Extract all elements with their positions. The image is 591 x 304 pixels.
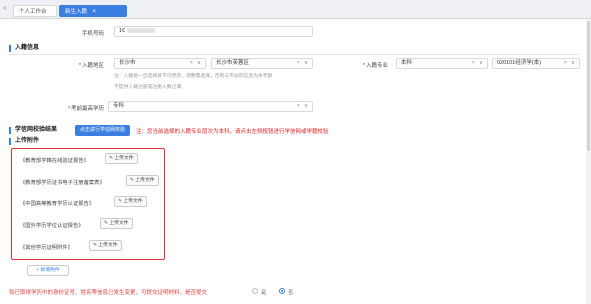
enroll-area-hint-line1: 注：入籍地一旦选择将不可更改，调整需选择，否则与市总的信息为本考察	[114, 74, 273, 79]
chevron-down-icon[interactable]: ∨	[571, 59, 575, 68]
radio-yes-label[interactable]: 是	[261, 288, 266, 296]
upload-file-button[interactable]: ✎ 上传文件	[100, 218, 133, 229]
upload-file-label: 上传文件	[109, 221, 129, 226]
verify-warning-message: 注：您当前选择的入籍专业层次为本科，请点击左侧按钮进行学信网或学籍校验	[136, 129, 329, 135]
attachment-label: 《其他学历证明附件》	[20, 245, 73, 251]
upload-file-label: 上传文件	[98, 243, 118, 248]
collapse-menu-icon[interactable]: «	[3, 5, 7, 13]
phone-label: 手机号码	[81, 31, 104, 37]
chevron-down-icon[interactable]: ∨	[304, 59, 308, 68]
clear-icon[interactable]: ×	[472, 59, 475, 68]
upload-file-label: 上传文件	[135, 178, 155, 183]
tab-label: 新生入籍	[65, 9, 88, 15]
province-select[interactable]: 长沙市 × ∨	[114, 58, 206, 69]
major-label: 入籍专业	[365, 63, 388, 69]
province-value: 长沙市	[119, 60, 136, 66]
upload-file-button[interactable]: ✎ 上传文件	[89, 240, 122, 251]
change-question: 如已取得学历中的身份证号、姓名等信息已发生变更，可提交证明材料，是否提交	[9, 290, 208, 296]
section-title-enrollment-info: 入籍信息	[9, 45, 39, 52]
upload-icon: ✎	[130, 178, 135, 183]
required-mark: *	[78, 63, 81, 69]
clear-icon[interactable]: ×	[564, 59, 567, 68]
education-value: 专科	[113, 103, 125, 109]
district-value: 长沙市芙蓉区	[216, 60, 250, 66]
verify-result-title: 学信网校验结果	[9, 127, 57, 134]
chevron-down-icon[interactable]: ∨	[197, 59, 201, 68]
clear-icon[interactable]: ×	[297, 102, 300, 111]
upload-file-label: 上传文件	[114, 156, 134, 161]
tab-new-enrollment[interactable]: 新生入籍 ×	[59, 5, 127, 17]
enroll-area-label: 入籍地区	[81, 63, 104, 69]
phone-input[interactable]: 1€	[114, 26, 313, 37]
attachment-label: 《国外学历学位认证报告》	[20, 223, 84, 229]
required-mark: *	[362, 63, 365, 69]
upload-icon: ✎	[109, 156, 114, 161]
tab-personal-workbench[interactable]: 个人工作台	[13, 5, 57, 17]
radio-no[interactable]	[279, 288, 285, 294]
section-divider	[9, 54, 579, 55]
major-select[interactable]: 020101经济学(本) × ∨	[492, 58, 580, 69]
major-value: 020101经济学(本)	[497, 60, 542, 66]
upload-icon: ✎	[104, 221, 109, 226]
radio-yes[interactable]	[252, 288, 258, 294]
add-attachment-button[interactable]: + 新增附件	[27, 265, 69, 276]
level-select[interactable]: 本科 × ∨	[396, 58, 488, 69]
upload-file-label: 上传文件	[123, 199, 143, 204]
enroll-area-hint-line2: 不提供入籍注册或注册人数已满	[114, 85, 182, 90]
education-label: 考前最高学历	[70, 106, 104, 112]
tab-label: 个人工作台	[19, 9, 47, 15]
required-mark: *	[67, 106, 70, 112]
upload-icon: ✎	[118, 199, 123, 204]
xuexin-verify-button[interactable]: 点击进行学信网校验	[75, 125, 131, 136]
upload-file-button[interactable]: ✎ 上传文件	[114, 196, 147, 207]
district-select[interactable]: 长沙市芙蓉区 × ∨	[211, 58, 313, 69]
clear-icon[interactable]: ×	[190, 59, 193, 68]
upload-file-button[interactable]: ✎ 上传文件	[105, 153, 138, 164]
attachment-label: 《中国高等教育学历认证报告》	[20, 201, 95, 207]
chevron-down-icon[interactable]: ∨	[304, 102, 308, 111]
redacted-value	[127, 28, 156, 34]
upload-file-button[interactable]: ✎ 上传文件	[126, 175, 159, 186]
upload-icon: ✎	[93, 243, 98, 248]
tab-bar: « 个人工作台 新生入籍 ×	[0, 0, 591, 19]
close-icon[interactable]: ×	[93, 9, 97, 15]
clear-icon[interactable]: ×	[297, 59, 300, 68]
level-value: 本科	[401, 60, 413, 66]
phone-value: 1€	[119, 28, 126, 34]
attachment-label: 《教育部学历证书电子注册备案表》	[20, 180, 105, 186]
chevron-down-icon[interactable]: ∨	[479, 59, 483, 68]
radio-no-label[interactable]: 否	[288, 288, 293, 296]
scrollbar-thumb[interactable]	[587, 21, 590, 151]
education-select[interactable]: 专科 × ∨	[108, 101, 313, 112]
section-title-attachments: 上传附件	[9, 138, 39, 145]
attachment-label: 《教育部学籍在线验证报告》	[20, 158, 89, 164]
